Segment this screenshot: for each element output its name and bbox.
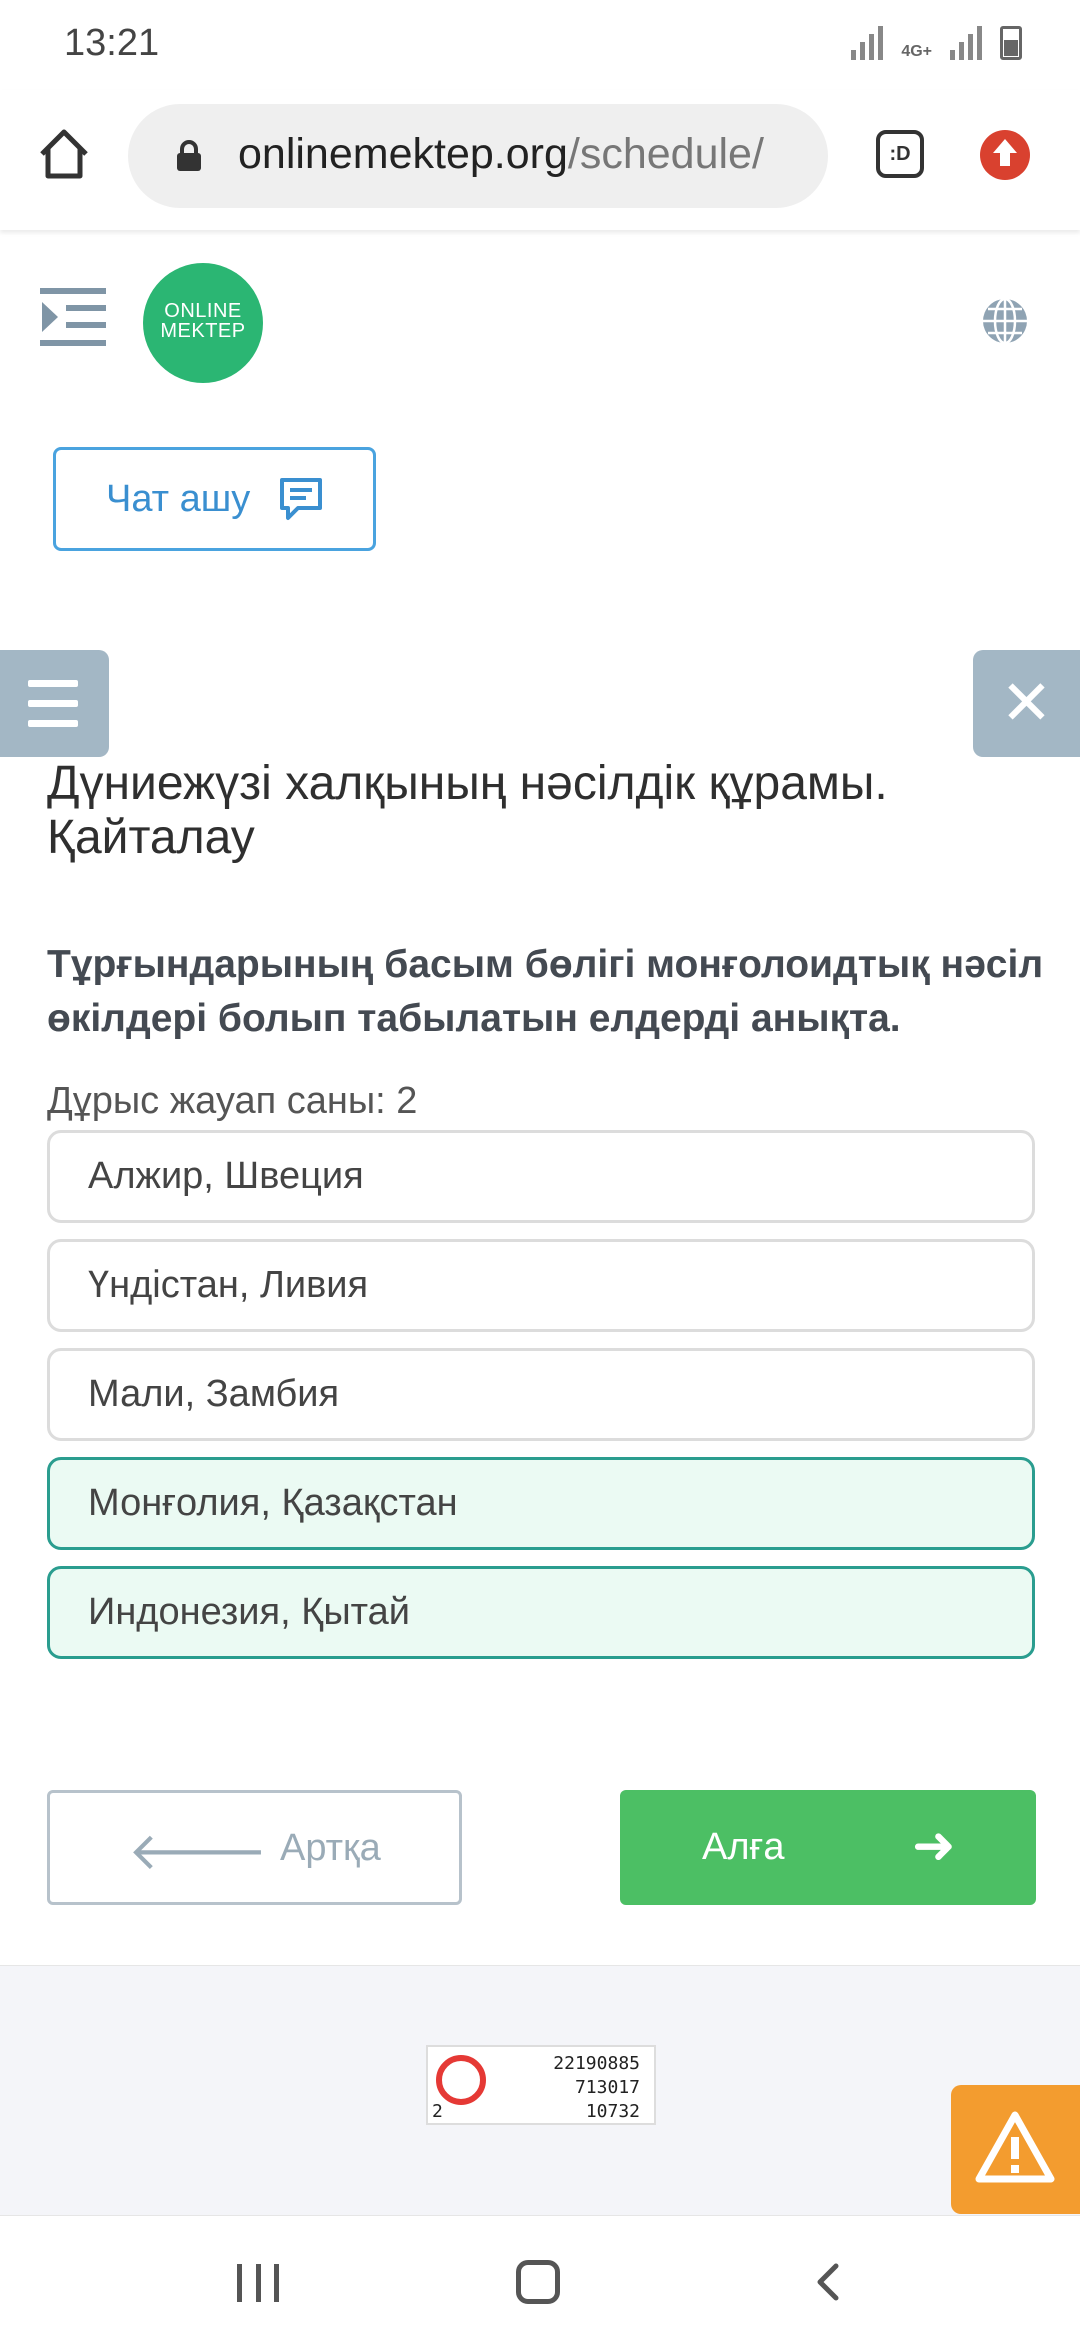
correct-count-label: Дұрыс жауап саны: 2 xyxy=(47,1080,418,1122)
site-logo[interactable]: ONLINE MEKTEP xyxy=(143,263,263,383)
open-chat-button[interactable]: Чат ашу xyxy=(53,447,376,551)
recent-apps-icon[interactable] xyxy=(237,2264,279,2302)
signal-icon xyxy=(851,24,884,60)
chat-icon xyxy=(280,478,323,520)
next-button[interactable]: Алға ➜ xyxy=(620,1790,1036,1905)
url-host: onlinemektep.org xyxy=(238,130,568,178)
system-navigation-bar xyxy=(0,2215,1080,2340)
counter-value: 2 xyxy=(432,2101,443,2122)
arrow-left-icon: 🡐 xyxy=(128,1823,268,1881)
globe-icon[interactable] xyxy=(980,296,1030,346)
counter-value: 713017 xyxy=(574,2077,640,2098)
visit-counter[interactable]: 22190885 713017 10732 2 xyxy=(426,2045,656,2125)
signal-icon xyxy=(950,24,982,60)
answer-option[interactable]: Алжир, Швеция xyxy=(47,1130,1035,1223)
answer-option[interactable]: Мали, Замбия xyxy=(47,1348,1035,1441)
answer-option-selected[interactable]: Монғолия, Қазақстан xyxy=(47,1457,1035,1550)
answer-options: Алжир, Швеция Үндістан, Ливия Мали, Замб… xyxy=(47,1130,1035,1675)
menu-toggle-icon[interactable] xyxy=(40,286,106,348)
logo-text-top: ONLINE xyxy=(164,300,242,322)
back-button-label: Артқа xyxy=(280,1827,381,1869)
warning-icon xyxy=(975,2111,1055,2183)
url-text: onlinemektep.org/schedule/ xyxy=(238,130,764,179)
close-button[interactable]: ✕ xyxy=(973,650,1080,757)
next-button-label: Алға xyxy=(702,1826,785,1868)
battery-icon xyxy=(1000,26,1022,60)
arrow-right-icon: ➜ xyxy=(912,1817,956,1875)
status-bar: 13:21 4G+ xyxy=(0,0,1080,90)
lesson-menu-button[interactable] xyxy=(0,650,109,757)
lesson-title: Дүниежүзі халқының нәсілдік құрамы. Қайт… xyxy=(47,757,888,864)
lock-icon xyxy=(177,140,201,171)
back-button[interactable]: 🡐 Артқа xyxy=(47,1790,462,1905)
back-nav-icon[interactable] xyxy=(808,2262,848,2302)
open-chat-label: Чат ашу xyxy=(106,477,251,520)
status-time: 13:21 xyxy=(64,22,160,64)
question-text: Тұрғындарының басым бөлігі монғолоидтық … xyxy=(47,943,1044,1040)
counter-value: 22190885 xyxy=(553,2053,640,2074)
network-type: 4G+ xyxy=(901,43,932,60)
address-bar[interactable]: onlinemektep.org/schedule/ xyxy=(128,104,828,208)
home-icon[interactable] xyxy=(36,126,92,182)
tabs-button[interactable]: :D xyxy=(876,130,924,178)
update-icon[interactable] xyxy=(980,130,1030,180)
logo-text-bottom: MEKTEP xyxy=(160,320,246,342)
counter-value: 10732 xyxy=(585,2101,640,2122)
counter-logo-icon xyxy=(436,2055,486,2105)
status-icons: 4G+ xyxy=(851,24,1022,60)
answer-option-selected[interactable]: Индонезия, Қытай xyxy=(47,1566,1035,1659)
report-problem-button[interactable] xyxy=(951,2085,1080,2214)
browser-toolbar: onlinemektep.org/schedule/ :D xyxy=(0,90,1080,230)
answer-option[interactable]: Үндістан, Ливия xyxy=(47,1239,1035,1332)
url-path: /schedule/ xyxy=(567,130,764,178)
home-nav-icon[interactable] xyxy=(516,2260,560,2304)
